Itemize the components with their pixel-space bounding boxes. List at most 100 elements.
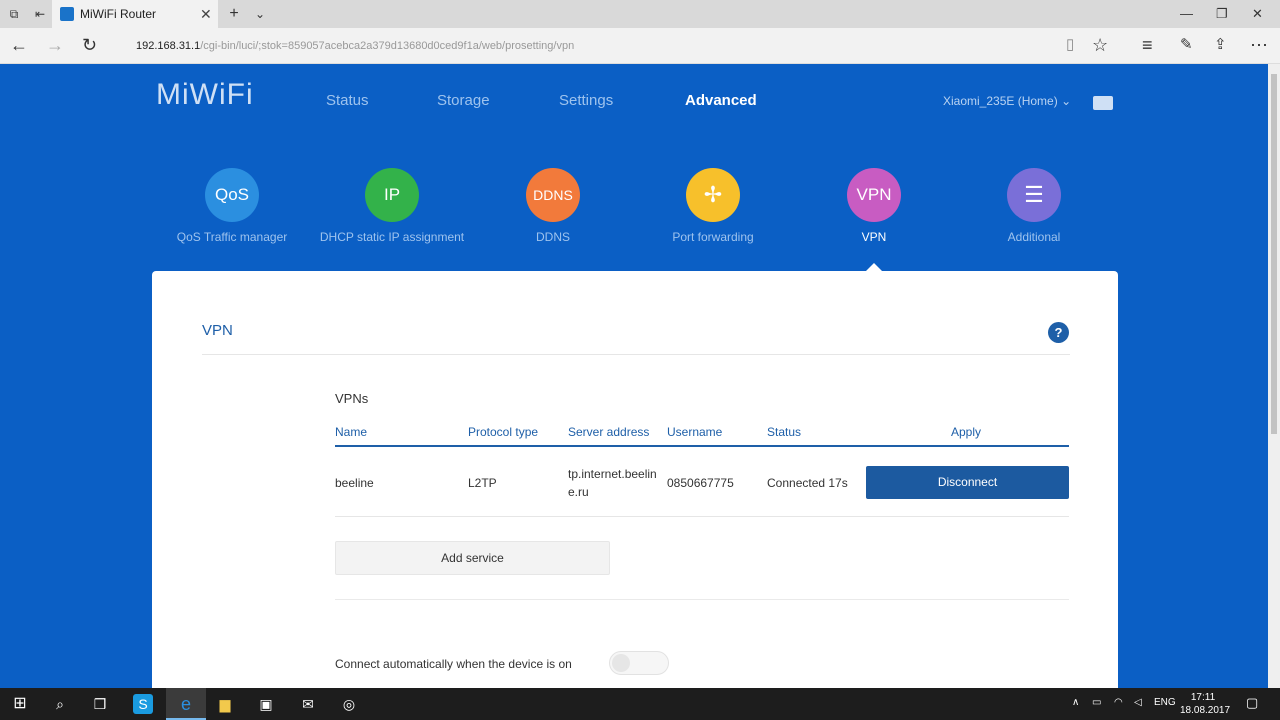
clock-date: 18.08.2017 [1180,705,1231,716]
vpn-server-line1: tp.internet.beelin [568,467,657,481]
ddns-icon: DDNS [526,168,580,222]
minimize-icon[interactable]: — [1180,6,1193,21]
address-bar: ← → ↻ 192.168.31.1/cgi-bin/luci/;stok=85… [0,28,1280,64]
header-underline [335,445,1069,447]
row-divider [335,516,1069,517]
feature-label: DDNS [535,230,570,244]
feature-label: Port forwarding [672,230,754,244]
router-selector[interactable]: Xiaomi_235E (Home) ⌄ [943,94,1071,108]
feature-vpn[interactable]: VPN VPN [784,168,964,244]
vpn-panel: VPN ? VPNs Name Protocol type Server add… [152,271,1118,688]
new-tab-icon[interactable]: + [226,6,242,22]
ip-icon: IP [365,168,419,222]
edge-taskbar-item[interactable]: e [166,688,206,720]
disconnect-button[interactable]: Disconnect [866,466,1069,499]
clock-time: 17:11 [1190,692,1216,703]
divider [335,599,1069,600]
volume-icon[interactable]: ◁ [1134,697,1142,708]
feature-label: QoS Traffic manager [176,230,288,244]
mail-icon[interactable] [1093,96,1113,110]
task-view-icon[interactable]: ❒ [90,694,110,714]
feature-dhcp[interactable]: IP DHCP static IP assignment [302,168,482,244]
url-path: /cgi-bin/luci/;stok=859057acebca2a379d13… [200,40,575,52]
favorite-star-icon[interactable]: ☆ [1092,34,1108,56]
refresh-icon[interactable]: ↻ [82,34,97,56]
search-icon[interactable]: ⌕ [50,694,70,714]
battery-icon[interactable]: ▭ [1092,697,1101,708]
url-field[interactable]: 192.168.31.1/cgi-bin/luci/;stok=859057ac… [136,40,574,52]
feature-label: Additional [1007,230,1061,244]
windows-taskbar: ⊞ ⌕ ❒ S e ▆ ▣ ✉ ◎ ∧ ▭ ◠ ◁ ENG 17:11 18.0… [0,688,1280,720]
toggle-knob [612,654,630,672]
forward-icon[interactable]: → [46,34,64,56]
vpn-status: Connected 17s [767,476,848,490]
set-aside-tabs-icon[interactable]: ⇤ [32,6,48,22]
col-status: Status [767,425,802,439]
file-explorer-icon[interactable]: ▆ [215,694,235,714]
miwifi-logo[interactable]: MiWiFi [156,78,254,112]
browser-tab-bar: ⧉ ⇤ MiWiFi Router ✕ + ⌄ — ❐ ✕ [0,0,1280,28]
wifi-favicon-icon [60,7,74,21]
tab-actions-icon[interactable]: ⧉ [6,6,22,22]
media-app-icon[interactable]: ◎ [339,694,359,714]
vpn-name: beeline [335,476,374,490]
col-name: Name [335,425,368,439]
col-apply: Apply [951,425,982,439]
close-tab-icon[interactable]: ✕ [200,6,212,23]
scroll-thumb[interactable] [1271,74,1277,434]
nav-status[interactable]: Status [326,92,369,109]
menu-icon: ☰ [1007,168,1061,222]
port-forwarding-icon: ✢ [686,168,740,222]
web-note-icon[interactable]: ✎ [1180,34,1193,56]
mail-app-icon[interactable]: ✉ [298,694,318,714]
vpns-heading: VPNs [335,391,369,406]
vpn-server-line2: e.ru [568,485,589,499]
divider [202,354,1070,355]
router-page: MiWiFi Status Storage Settings Advanced … [0,64,1268,688]
windows-start-icon[interactable]: ⊞ [10,694,30,714]
nav-advanced[interactable]: Advanced [685,92,757,109]
hub-icon[interactable]: ≡ [1142,34,1153,56]
qos-icon: QoS [205,168,259,222]
more-icon[interactable]: ⋯ [1250,34,1268,56]
vpn-icon: VPN [847,168,901,222]
skype-icon[interactable]: S [133,694,153,714]
auto-connect-toggle[interactable] [609,651,669,675]
col-server: Server address [568,425,650,439]
nav-settings[interactable]: Settings [559,92,613,109]
reading-view-icon[interactable]: ▯ [1066,34,1074,56]
wifi-icon[interactable]: ◠ [1114,697,1123,708]
tray-chevron-icon[interactable]: ∧ [1072,697,1079,708]
feature-additional[interactable]: ☰ Additional [944,168,1124,244]
help-icon[interactable]: ? [1048,322,1069,343]
close-window-icon[interactable]: ✕ [1252,6,1263,22]
back-icon[interactable]: ← [10,34,28,56]
tab-list-chevron-icon[interactable]: ⌄ [252,6,268,22]
vpn-protocol: L2TP [468,476,497,490]
url-host: 192.168.31.1 [136,40,201,52]
share-icon[interactable]: ⇪ [1214,34,1227,56]
edge-icon: e [180,694,191,714]
feature-label: VPN [861,230,887,244]
auto-connect-label: Connect automatically when the device is… [335,657,572,671]
language-indicator[interactable]: ENG [1154,697,1176,708]
browser-tab[interactable]: MiWiFi Router ✕ [52,0,218,28]
action-center-icon[interactable]: ▢ [1246,695,1258,711]
feature-label: DHCP static IP assignment [319,230,465,244]
feature-ddns[interactable]: DDNS DDNS [463,168,643,244]
maximize-icon[interactable]: ❐ [1216,6,1228,22]
store-icon[interactable]: ▣ [256,694,276,714]
panel-title: VPN [202,322,233,339]
nav-storage[interactable]: Storage [437,92,490,109]
page-scrollbar[interactable] [1268,64,1280,688]
vpn-username: 0850667775 [667,476,734,490]
add-service-button[interactable]: Add service [335,541,610,575]
feature-port-forwarding[interactable]: ✢ Port forwarding [623,168,803,244]
feature-qos[interactable]: QoS QoS Traffic manager [142,168,322,244]
clock[interactable]: 17:11 18.08.2017 [1180,691,1231,717]
tab-title: MiWiFi Router [80,7,157,21]
chevron-down-icon: ⌄ [1061,94,1072,108]
router-name: Xiaomi_235E (Home) [943,94,1058,108]
col-username: Username [667,425,723,439]
col-protocol: Protocol type [468,425,539,439]
